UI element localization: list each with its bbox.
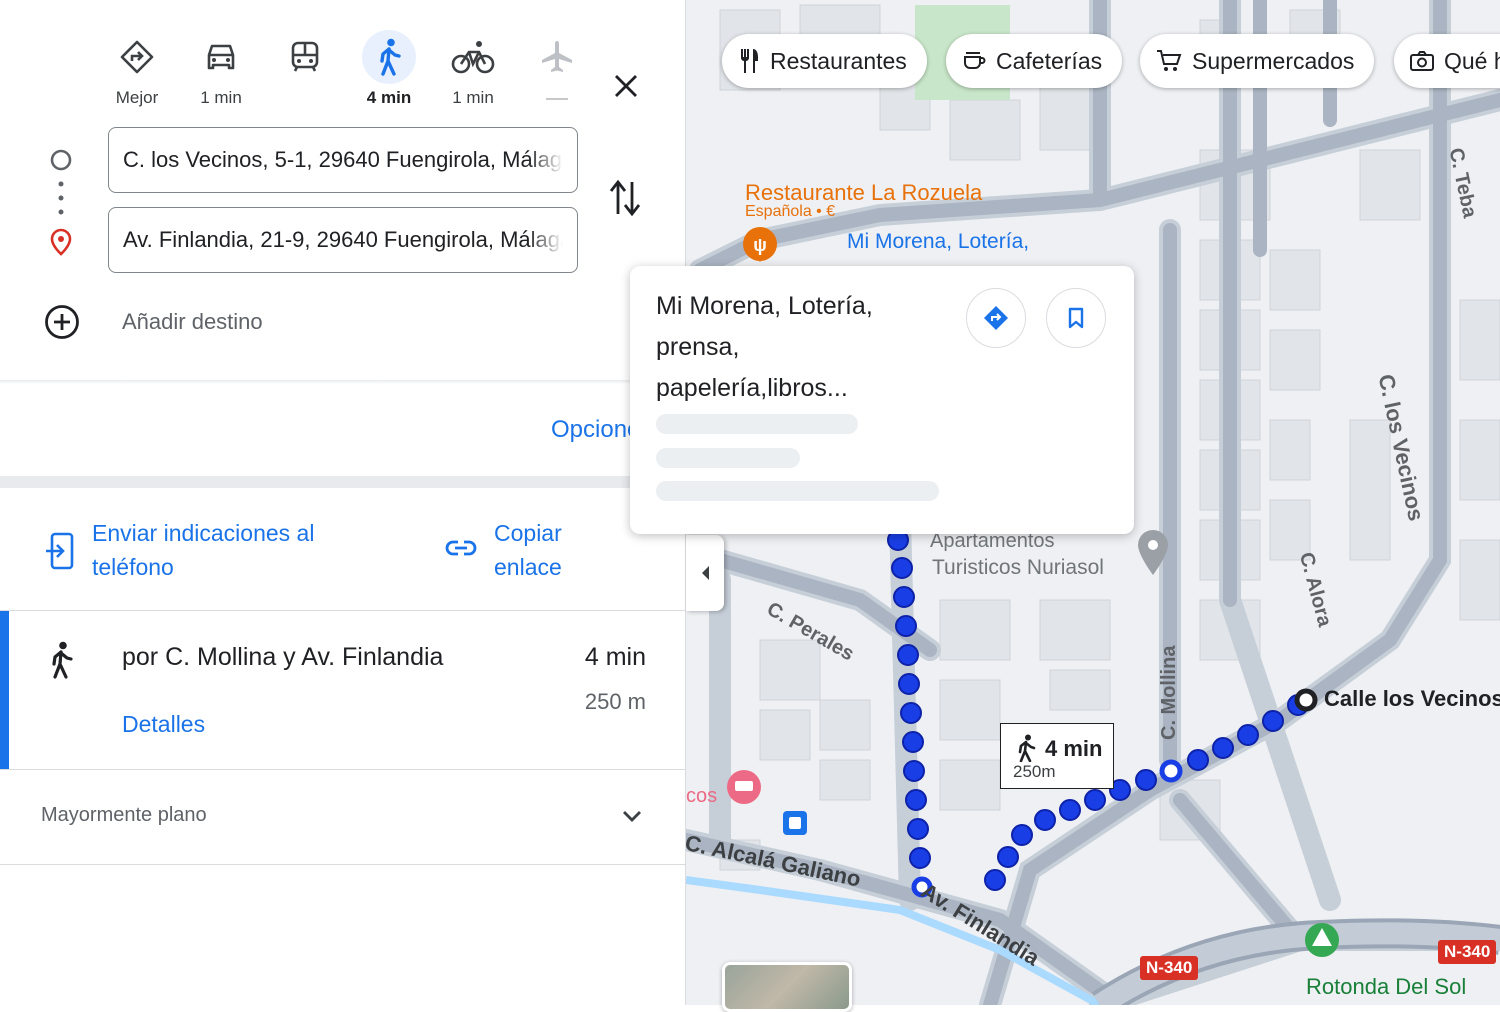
save-place-button[interactable]	[1046, 288, 1106, 348]
route-option[interactable]: por C. Mollina y Av. Finlandia 4 min 250…	[0, 611, 686, 769]
mode-walk[interactable]: 4 min	[357, 30, 421, 107]
mode-flight[interactable]	[525, 30, 589, 106]
walking-icon	[52, 641, 73, 679]
map-label-poi[interactable]: Mi Morena, Lotería,	[847, 230, 1029, 254]
bookmark-icon	[1068, 307, 1084, 329]
map-label-restaurant-sub: Española • €	[745, 203, 836, 220]
chip-label: Supermercados	[1192, 47, 1355, 74]
terrain-summary: Mayormente plano	[41, 804, 207, 826]
coffee-icon	[964, 52, 986, 69]
route-distance: 250 m	[584, 689, 646, 714]
road-shield-n340-2: N-340	[1438, 940, 1497, 964]
mode-unavailable-dash	[546, 98, 568, 100]
chip-label: Restaurantes	[770, 47, 907, 74]
collapse-panel-button[interactable]	[686, 535, 724, 611]
eta-time: 4 min	[1045, 736, 1103, 761]
send-to-phone-button[interactable]: Enviar indicaciones al teléfono	[44, 516, 314, 584]
chip-label: Cafeterías	[996, 47, 1103, 74]
travel-mode-bar: Mejor 1 min 4 min 1 min	[0, 30, 686, 110]
mode-label: Mejor	[115, 88, 159, 107]
directions-icon	[984, 306, 1008, 330]
road-shield-n340: N-340	[1140, 956, 1199, 980]
svg-text:ψ: ψ	[753, 235, 767, 255]
fork-knife-icon	[741, 49, 758, 73]
walking-icon	[1018, 734, 1036, 762]
mode-transit[interactable]	[273, 30, 337, 106]
mode-label: 1 min	[452, 88, 494, 107]
place-title-line: papelería,libros...	[656, 374, 848, 402]
mode-car[interactable]: 1 min	[189, 30, 253, 107]
divider	[0, 769, 686, 770]
route-time: 4 min	[584, 643, 646, 671]
chevron-down-icon	[623, 811, 641, 822]
place-title-line: prensa,	[656, 333, 740, 361]
chip-label: Qué hacer	[1444, 47, 1500, 74]
map-label-hotel-partial: cos	[686, 785, 718, 807]
loading-placeholder	[656, 481, 939, 501]
section-divider	[0, 476, 686, 488]
mode-label: 1 min	[200, 88, 242, 107]
mode-label: 4 min	[366, 88, 412, 107]
map-label-rotonda[interactable]: Rotonda Del Sol	[1306, 974, 1466, 1000]
chip-restaurants[interactable]: Restaurantes	[722, 34, 927, 88]
expand-terrain-button[interactable]	[620, 804, 644, 833]
eta-distance: 250m	[1013, 762, 1056, 781]
car-icon	[207, 44, 235, 70]
map-label-c-mollina: C. Mollina	[1158, 645, 1180, 740]
destination-pin-icon	[50, 228, 72, 256]
copy-link-button[interactable]: Copiar enlace	[444, 516, 562, 584]
map-label-origin[interactable]: Calle los Vecinos	[1324, 686, 1500, 712]
best-route-icon	[120, 40, 154, 74]
place-title: Mi Morena, Lotería, prensa, papelería,li…	[656, 286, 946, 409]
bicycle-icon	[451, 41, 495, 74]
map-label-apartments-2[interactable]: Turisticos Nuriasol	[932, 556, 1104, 580]
divider	[0, 380, 686, 384]
place-title-line: Mi Morena, Lotería,	[656, 292, 873, 320]
destination-input[interactable]: Av. Finlandia, 21-9, 29640 Fuengirola, M…	[108, 207, 578, 273]
chip-cafes[interactable]: Cafeterías	[946, 34, 1123, 88]
swap-button[interactable]	[606, 176, 646, 220]
walking-icon	[380, 38, 401, 76]
chip-supermarkets[interactable]: Supermercados	[1140, 34, 1375, 88]
mode-best[interactable]: Mejor	[105, 30, 169, 107]
send-to-phone-line2: teléfono	[92, 554, 174, 580]
add-destination-label: Añadir destino	[122, 309, 263, 334]
directions-button[interactable]	[966, 288, 1026, 348]
origin-circle-icon	[50, 149, 72, 171]
swap-arrows-icon	[609, 179, 641, 217]
origin-value: C. los Vecinos, 5-1, 29640 Fuengirola, M…	[123, 147, 563, 172]
train-icon	[291, 41, 319, 72]
airplane-icon	[542, 41, 572, 72]
cart-icon	[1157, 50, 1182, 71]
mode-bike[interactable]: 1 min	[441, 30, 505, 107]
link-icon	[445, 540, 477, 556]
route-details-link[interactable]: Detalles	[122, 711, 205, 738]
add-circle-icon	[45, 305, 79, 339]
copy-link-line2: enlace	[494, 554, 562, 580]
route-dots-icon	[58, 181, 64, 215]
close-icon	[615, 75, 637, 97]
camera-icon	[1410, 51, 1434, 71]
route-eta-badge[interactable]: 4 min 250m	[1000, 723, 1114, 789]
place-preview-card[interactable]: Mi Morena, Lotería, prensa, papelería,li…	[630, 266, 1134, 534]
destination-value: Av. Finlandia, 21-9, 29640 Fuengirola, M…	[123, 227, 563, 252]
chevron-left-icon	[702, 566, 709, 580]
copy-link-line1: Copiar	[494, 520, 562, 546]
route-via: por C. Mollina y Av. Finlandia	[122, 643, 444, 671]
loading-placeholder	[656, 448, 800, 468]
close-directions-button[interactable]	[604, 64, 648, 108]
send-to-phone-line1: Enviar indicaciones al	[92, 520, 315, 546]
loading-placeholder	[656, 414, 858, 434]
divider	[0, 864, 686, 865]
mode-label	[273, 88, 337, 110]
send-to-phone-icon	[46, 532, 74, 570]
add-destination-button[interactable]: Añadir destino	[44, 302, 263, 342]
origin-input[interactable]: C. los Vecinos, 5-1, 29640 Fuengirola, M…	[108, 127, 578, 193]
selected-route-indicator	[0, 611, 9, 769]
chip-things-to-do[interactable]: Qué hacer	[1394, 34, 1500, 88]
directions-panel: Mejor 1 min 4 min 1 min C. los Vecinos, …	[0, 0, 686, 1005]
